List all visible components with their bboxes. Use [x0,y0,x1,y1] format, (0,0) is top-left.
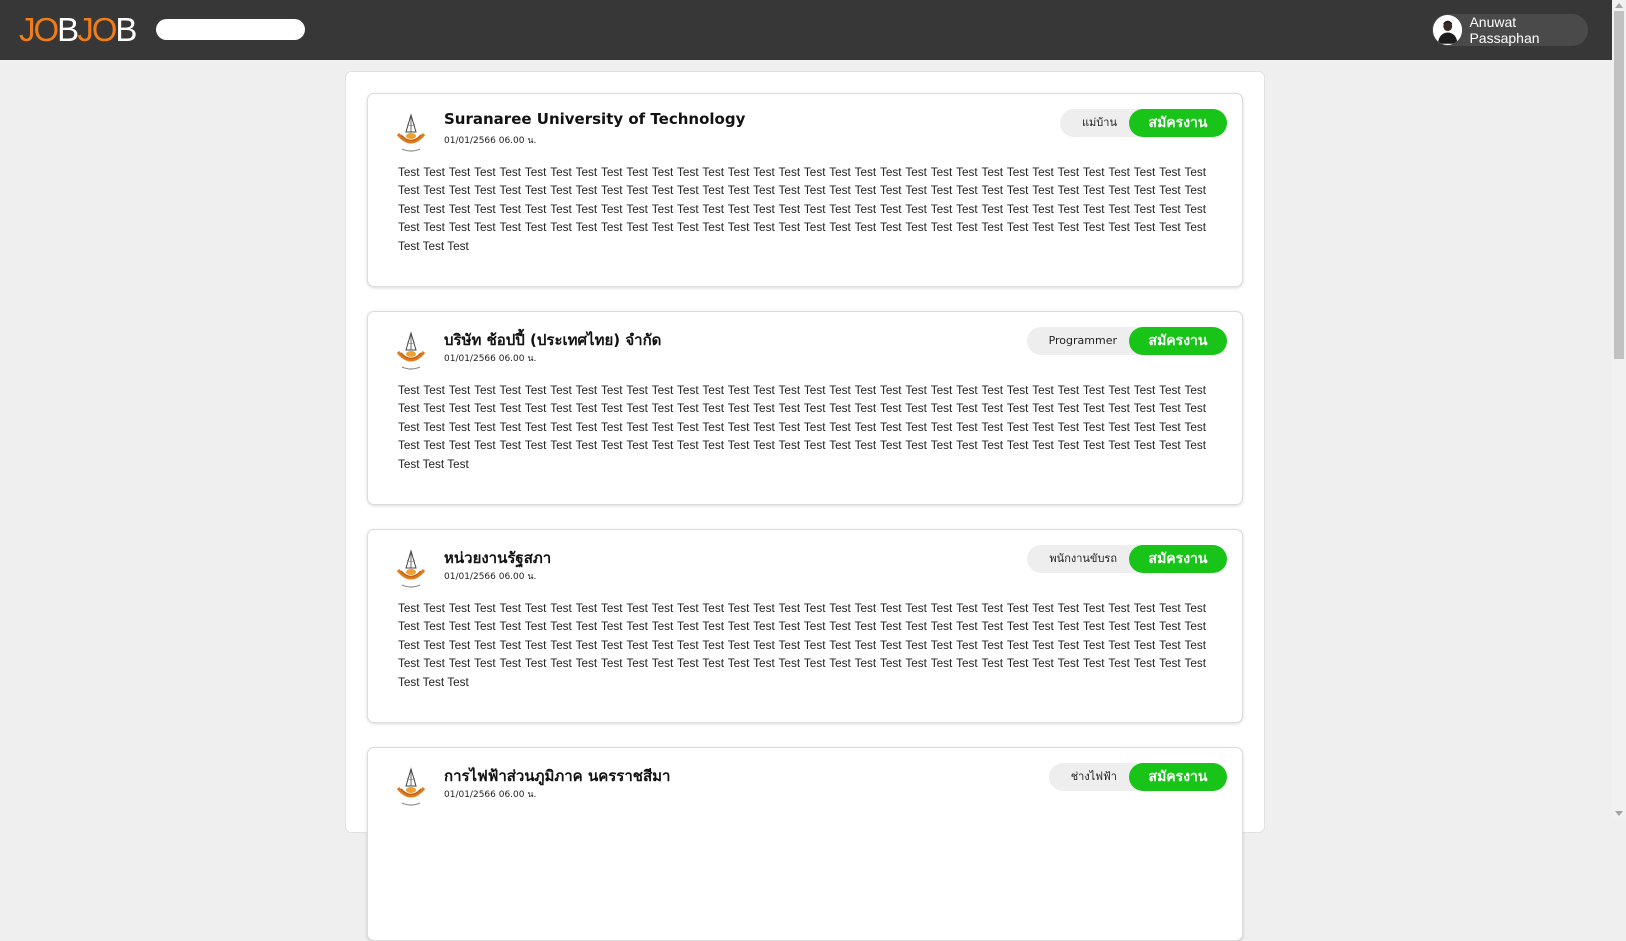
post-date: 01/01/2566 06.00 น. [444,790,537,800]
post-actions: Programmer สมัครงาน [1026,327,1227,355]
job-post-card: หน่วยงานรัฐสภา 01/01/2566 06.00 น. พนักง… [367,529,1243,723]
job-description: Test Test Test Test Test Test Test Test … [398,166,1206,253]
apply-button[interactable]: สมัครงาน [1129,109,1227,137]
company-name: หน่วยงานรัฐสภา [444,549,552,567]
apply-button[interactable]: สมัครงาน [1129,763,1227,791]
organization-seal-icon [396,767,426,806]
organization-seal-icon [396,113,426,152]
post-actions: พนักงานขับรถ สมัครงาน [1027,545,1227,573]
user-name: Anuwat Passaphan [1469,14,1540,46]
post-date: 01/01/2566 06.00 น. [444,354,537,364]
vertical-scrollbar[interactable] [1612,0,1626,819]
post-date: 01/01/2566 06.00 น. [444,136,537,146]
scroll-up-arrow-icon[interactable] [1615,3,1623,8]
post-actions: แม่บ้าน สมัครงาน [1059,109,1227,137]
job-description: Test Test Test Test Test Test Test Test … [398,384,1206,471]
top-navbar: JOBJOB Anuwat Passaphan [0,0,1612,60]
job-post-card: การไฟฟ้าส่วนภูมิภาค นครราชสีมา 01/01/256… [367,747,1243,941]
scrollbar-thumb[interactable] [1614,11,1624,359]
company-name: การไฟฟ้าส่วนภูมิภาค นครราชสีมา [444,767,671,785]
user-avatar-icon [1433,15,1463,45]
scroll-down-arrow-icon[interactable] [1615,811,1623,816]
organization-seal-icon [396,331,426,370]
post-date: 01/01/2566 06.00 น. [444,572,537,582]
organization-seal-icon [396,549,426,588]
company-name: บริษัท ช้อปปี้ (ประเทศไทย) จำกัด [444,331,662,349]
post-actions: ช่างไฟฟ้า สมัครงาน [1048,763,1227,791]
apply-button[interactable]: สมัครงาน [1129,545,1227,573]
job-post-card: Suranaree University of Technology 01/01… [367,93,1243,287]
apply-button[interactable]: สมัครงาน [1129,327,1227,355]
job-post-card: บริษัท ช้อปปี้ (ประเทศไทย) จำกัด 01/01/2… [367,311,1243,505]
user-menu[interactable]: Anuwat Passaphan [1432,14,1588,46]
search-input[interactable] [156,19,305,40]
company-name: Suranaree University of Technology [444,110,746,128]
logo[interactable]: JOBJOB [19,12,137,48]
avatar [1433,15,1463,45]
job-description: Test Test Test Test Test Test Test Test … [398,602,1206,689]
